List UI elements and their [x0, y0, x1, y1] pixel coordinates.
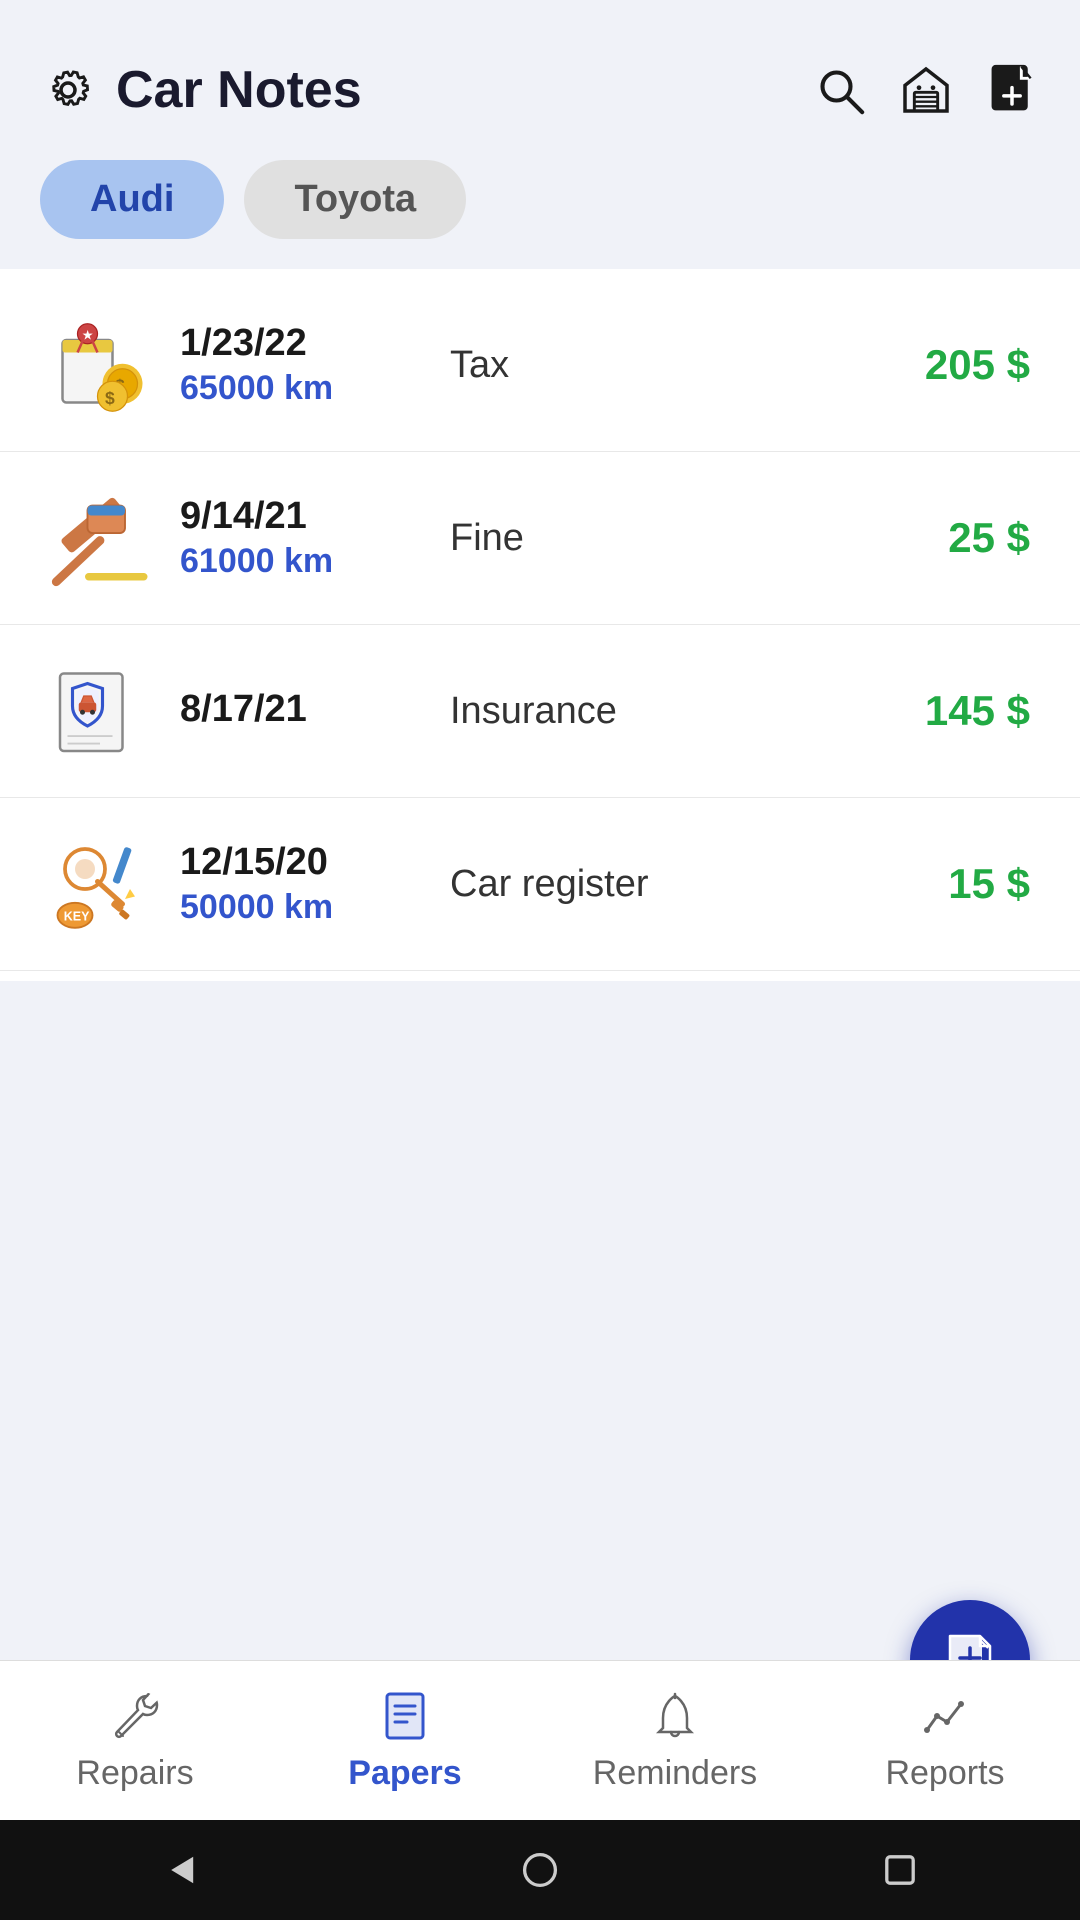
- car-register-icon: KEY: [50, 834, 150, 934]
- record-type: Car register: [430, 863, 820, 906]
- back-button[interactable]: [158, 1848, 202, 1892]
- record-date: 12/15/20: [180, 841, 400, 884]
- record-date: 9/14/21: [180, 495, 400, 538]
- home-button[interactable]: [518, 1848, 562, 1892]
- record-item[interactable]: 8/17/21 Insurance 145 $: [0, 625, 1080, 798]
- record-amount: 15 $: [850, 860, 1030, 908]
- tab-audi[interactable]: Audi: [40, 160, 224, 239]
- record-type: Insurance: [430, 690, 820, 733]
- search-icon[interactable]: [812, 62, 868, 118]
- nav-repairs-label: Repairs: [76, 1754, 193, 1793]
- nav-papers-label: Papers: [348, 1754, 461, 1793]
- record-meta: 12/15/20 50000 km: [180, 841, 400, 927]
- chart-icon: [917, 1688, 973, 1744]
- garage-icon[interactable]: [898, 62, 954, 118]
- insurance-icon: [50, 661, 150, 761]
- record-meta: 8/17/21: [180, 688, 400, 735]
- record-amount: 145 $: [850, 687, 1030, 735]
- nav-papers[interactable]: Papers: [270, 1661, 540, 1820]
- gear-icon[interactable]: [40, 62, 96, 118]
- record-date: 8/17/21: [180, 688, 400, 731]
- nav-reminders[interactable]: Reminders: [540, 1661, 810, 1820]
- record-type: Fine: [430, 517, 820, 560]
- record-meta: 9/14/21 61000 km: [180, 495, 400, 581]
- nav-reports-label: Reports: [885, 1754, 1004, 1793]
- record-amount: 25 $: [850, 514, 1030, 562]
- tab-toyota[interactable]: Toyota: [244, 160, 466, 239]
- bottom-nav: Repairs Papers Reminders: [0, 1660, 1080, 1820]
- record-amount: 205 $: [850, 341, 1030, 389]
- nav-repairs[interactable]: Repairs: [0, 1661, 270, 1820]
- record-km: 50000 km: [180, 888, 400, 927]
- record-item[interactable]: KEY 12/15/20 50000 km Car register 15 $: [0, 798, 1080, 971]
- header-icons: [812, 62, 1040, 118]
- app-title: Car Notes: [116, 60, 362, 120]
- record-item[interactable]: $ $ ★ 1/23/22 65000 km Tax 205 $: [0, 279, 1080, 452]
- bell-icon: [647, 1688, 703, 1744]
- nav-reminders-label: Reminders: [593, 1754, 757, 1793]
- header-left: Car Notes: [40, 60, 362, 120]
- android-nav: [0, 1820, 1080, 1920]
- nav-reports[interactable]: Reports: [810, 1661, 1080, 1820]
- record-km: 65000 km: [180, 369, 400, 408]
- add-document-icon[interactable]: [984, 62, 1040, 118]
- record-item[interactable]: 9/14/21 61000 km Fine 25 $: [0, 452, 1080, 625]
- records-list: $ $ ★ 1/23/22 65000 km Tax 205 $: [0, 269, 1080, 981]
- wrench-icon: [107, 1688, 163, 1744]
- record-date: 1/23/22: [180, 322, 400, 365]
- papers-icon: [377, 1688, 433, 1744]
- header: Car Notes: [0, 0, 1080, 140]
- record-type: Tax: [430, 344, 820, 387]
- svg-text:★: ★: [83, 330, 93, 342]
- fine-icon: [50, 488, 150, 588]
- record-meta: 1/23/22 65000 km: [180, 322, 400, 408]
- recents-button[interactable]: [878, 1848, 922, 1892]
- svg-text:KEY: KEY: [64, 909, 90, 923]
- record-km: 61000 km: [180, 542, 400, 581]
- car-tabs: Audi Toyota: [0, 140, 1080, 269]
- tax-icon: $ $ ★: [50, 315, 150, 415]
- svg-text:$: $: [105, 388, 115, 408]
